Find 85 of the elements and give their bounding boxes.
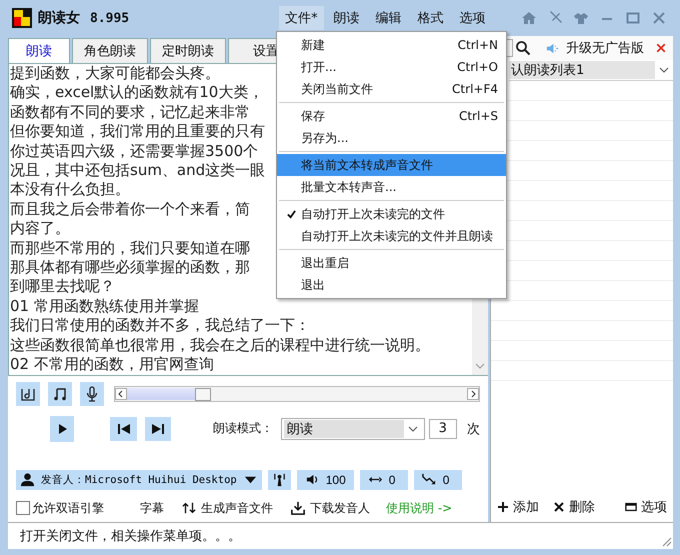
help-link[interactable]: 使用说明 -> <box>386 500 452 516</box>
music-button[interactable] <box>48 382 72 406</box>
repeat-field[interactable]: 3 <box>428 418 457 438</box>
voice-effect-button[interactable] <box>268 470 291 490</box>
text-line: 而且我之后会带着你一个个来看，简 <box>10 200 250 220</box>
resize-grip-icon[interactable] <box>660 535 672 547</box>
checkbox[interactable] <box>16 501 30 515</box>
volume-button[interactable]: 100 <box>296 470 354 490</box>
maximize-icon[interactable] <box>625 10 641 26</box>
search-icon[interactable] <box>515 40 531 56</box>
scroll-right-icon[interactable] <box>467 388 479 400</box>
menu-item[interactable]: 编辑 <box>370 6 408 30</box>
speaker-icon <box>304 472 320 487</box>
next-button[interactable] <box>144 416 172 440</box>
broadcast-icon <box>272 472 287 487</box>
text-line: 本没有什么负担。 <box>10 180 130 200</box>
window-title: 朗读女 <box>38 9 80 27</box>
menu-item[interactable]: 另存为... <box>277 127 506 149</box>
scroll-left-icon[interactable] <box>115 388 127 400</box>
menu-item[interactable]: 文件* <box>279 6 324 30</box>
microphone-button[interactable] <box>80 382 104 406</box>
menu-item[interactable]: 退出重启 <box>277 252 506 274</box>
pitch-button[interactable]: 0 <box>414 470 462 490</box>
menu-item[interactable]: 选项 <box>454 6 492 30</box>
close-icon[interactable] <box>655 42 667 54</box>
menu-item[interactable]: 自动打开上次未读完的文件并且朗读 <box>277 225 506 247</box>
text-line: 而那些不常用的，我们只要知道在哪 <box>10 238 250 258</box>
window-icon <box>625 501 637 513</box>
plus-icon <box>497 501 509 513</box>
menu-item[interactable]: 格式 <box>412 6 450 30</box>
chevron-down-icon <box>408 426 418 432</box>
text-line: 况且，其中还包括sum、and这类一眼 <box>10 161 266 180</box>
text-line: 函数都有不同的要求，记忆起来非常 <box>10 102 250 122</box>
previous-button[interactable] <box>110 416 137 440</box>
version-label: 8.995 <box>90 10 130 26</box>
menu-item[interactable]: 关闭当前文件 Ctrl+F4 <box>277 78 506 100</box>
text-line: 01 常用函数熟练使用并掌握 <box>10 296 199 316</box>
text-line: 到哪里去找呢？ <box>10 277 115 297</box>
text-line: 内容了。 <box>10 219 70 239</box>
text-line: 那具体都有哪些必须掌握的函数，那 <box>10 258 250 278</box>
scroll-down-icon[interactable] <box>475 362 485 368</box>
menu-item[interactable]: 朗读 <box>328 6 366 30</box>
microphone-icon <box>84 386 100 402</box>
subtitle-link[interactable]: 字幕 <box>140 500 164 516</box>
menu-item[interactable]: 将当前文本转成声音文件 <box>277 154 506 176</box>
play-button[interactable] <box>50 416 74 442</box>
home-icon[interactable] <box>521 10 537 26</box>
tab[interactable]: 定时朗读 <box>150 38 226 63</box>
text-line: 提到函数，大家可能都会头疼。 <box>10 64 220 84</box>
close-icon[interactable] <box>651 10 667 26</box>
shirt-icon[interactable] <box>573 10 589 26</box>
checkbox-label[interactable]: 允许双语引擎 <box>32 500 104 516</box>
mode-dropdown[interactable]: 朗读 <box>281 418 425 440</box>
repeat-unit: 次 <box>466 420 480 438</box>
status-text: 打开关闭文件，相关操作菜单项。。。 <box>20 528 241 545</box>
music-note-icon <box>52 386 68 402</box>
text-line: 确实，excel默认的函数就有10大类， <box>10 83 264 103</box>
voice-selector[interactable]: 发音人：Microsoft Huihui Desktop <box>16 470 262 490</box>
app-logo-icon <box>12 8 32 28</box>
chevron-down-icon <box>659 67 669 73</box>
text-line: 我们日常使用的函数并不多，我总结了一下： <box>10 316 310 336</box>
text-line: 02 不常用的函数，用官网查询 <box>10 355 214 374</box>
tab[interactable]: 角色朗读 <box>72 38 148 63</box>
download-icon <box>291 501 305 515</box>
menu-item[interactable]: 退出 <box>277 274 506 296</box>
descending-arrow-icon <box>422 472 437 487</box>
person-icon <box>20 472 35 487</box>
mode-label: 朗读模式： <box>213 420 274 437</box>
add-button[interactable]: 添加 <box>497 498 539 516</box>
menu-item[interactable]: 批量文本转声音... <box>277 176 506 198</box>
menu-item[interactable]: 自动打开上次未读完的文件 <box>277 203 506 225</box>
text-line: 这些函数很简单也很常用，我会在之后的课程中进行统一说明。 <box>10 336 430 356</box>
cross-icon <box>553 501 565 513</box>
document-music-button[interactable] <box>16 382 40 406</box>
delete-button[interactable]: 删除 <box>553 498 595 516</box>
generate-audio-link[interactable]: 生成声音文件 <box>182 500 273 516</box>
text-line: 但你要知道，我们常用的且重要的只有 <box>10 122 265 142</box>
menu-item[interactable]: 保存 Ctrl+S <box>277 105 506 127</box>
options-button[interactable]: 选项 <box>625 498 667 516</box>
text-line: 你过英语四六级，还需要掌握3500个 <box>10 142 258 162</box>
checkmark-icon <box>287 210 296 218</box>
convert-arrows-icon <box>182 501 196 515</box>
speed-button[interactable]: 0 <box>360 470 408 490</box>
tab[interactable]: 朗读 <box>8 38 70 63</box>
download-voice-link[interactable]: 下载发音人 <box>291 500 370 516</box>
